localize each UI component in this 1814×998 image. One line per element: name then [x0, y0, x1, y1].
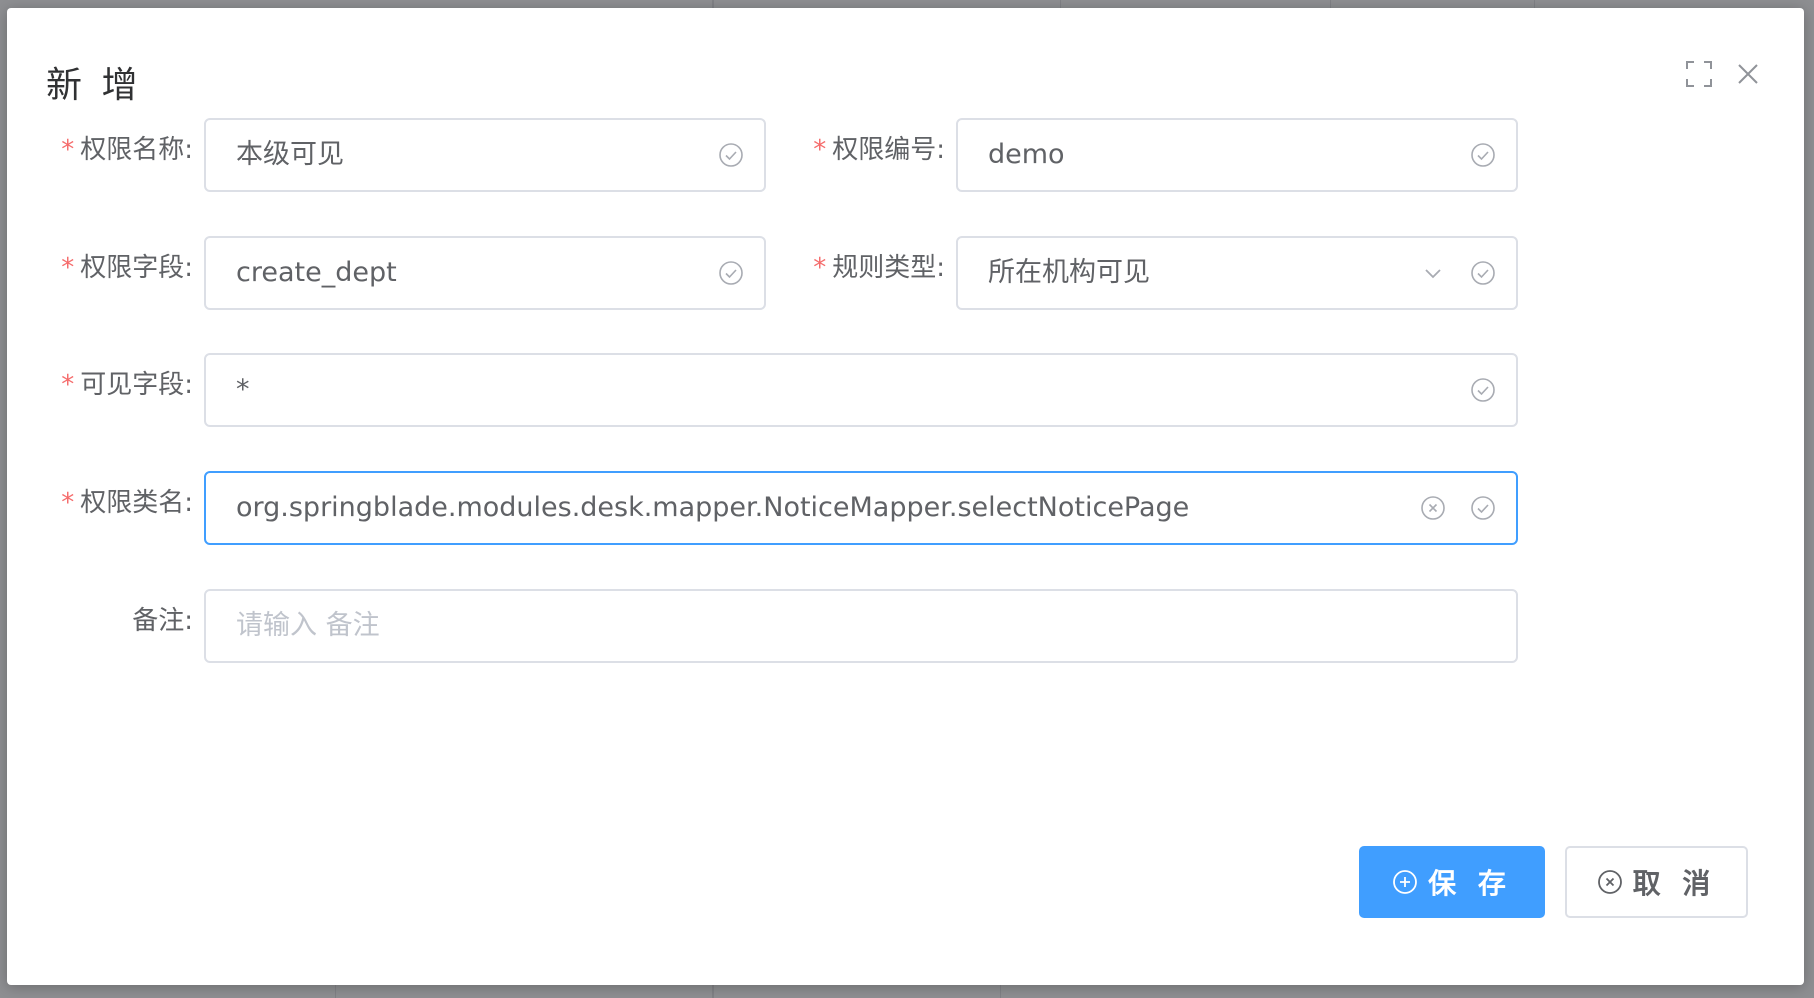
required-mark: *: [61, 370, 75, 400]
save-label: 保 存: [1428, 867, 1512, 900]
dialog-title: 新 增: [46, 65, 142, 106]
add-dialog: 新 增 * 权限名称: 本级可见 * 权限编号: demo * 权限字段: creat…: [7, 8, 1804, 985]
check-circle-icon: [1470, 495, 1496, 521]
backdrop-divider: [1000, 985, 1001, 998]
chevron-down-icon[interactable]: [1420, 260, 1446, 286]
required-mark: *: [813, 135, 827, 165]
permission-name-input[interactable]: 本级可见: [204, 118, 766, 192]
permission-class-label: * 权限类名:: [0, 486, 193, 520]
label-text: 备注:: [132, 606, 193, 636]
backdrop-divider: [1534, 0, 1535, 8]
save-button[interactable]: 保 存: [1359, 846, 1545, 918]
permission-code-label: * 权限编号:: [741, 133, 945, 167]
permission-field-input[interactable]: create_dept: [204, 236, 766, 310]
remark-label: 备注:: [0, 604, 193, 638]
cancel-label: 取 消: [1632, 867, 1717, 900]
close-circle-icon: [1597, 869, 1623, 895]
input-value: create_dept: [236, 257, 397, 288]
backdrop-divider: [1330, 0, 1331, 8]
permission-class-input[interactable]: org.springblade.modules.desk.mapper.Noti…: [204, 471, 1518, 545]
backdrop-divider: [335, 985, 336, 998]
required-mark: *: [61, 253, 75, 283]
remark-input[interactable]: 请输入 备注: [204, 589, 1518, 663]
check-circle-icon: [1470, 377, 1496, 403]
label-text: 规则类型:: [832, 253, 945, 283]
fullscreen-icon[interactable]: [1685, 60, 1713, 88]
label-text: 权限类名:: [80, 488, 193, 518]
plus-circle-icon: [1392, 869, 1418, 895]
check-circle-icon: [1470, 260, 1496, 286]
input-value: org.springblade.modules.desk.mapper.Noti…: [236, 492, 1190, 523]
label-text: 权限编号:: [832, 135, 945, 165]
permission-field-label: * 权限字段:: [0, 251, 193, 285]
close-icon[interactable]: [1734, 60, 1762, 88]
label-text: 可见字段:: [80, 370, 193, 400]
permission-code-input[interactable]: demo: [956, 118, 1518, 192]
rule-type-select[interactable]: 所在机构可见: [956, 236, 1518, 310]
clear-icon[interactable]: [1420, 495, 1446, 521]
input-value: demo: [988, 139, 1065, 170]
select-value: 所在机构可见: [988, 257, 1150, 288]
label-text: 权限字段:: [80, 253, 193, 283]
cancel-button[interactable]: 取 消: [1565, 846, 1748, 918]
required-mark: *: [813, 253, 827, 283]
input-value: *: [236, 374, 250, 405]
required-mark: *: [61, 488, 75, 518]
permission-name-label: * 权限名称:: [0, 133, 193, 167]
input-placeholder: 请输入 备注: [236, 610, 380, 641]
label-text: 权限名称:: [80, 135, 193, 165]
rule-type-label: * 规则类型:: [741, 251, 945, 285]
visible-field-input[interactable]: *: [204, 353, 1518, 427]
visible-field-label: * 可见字段:: [0, 368, 193, 402]
required-mark: *: [61, 135, 75, 165]
input-value: 本级可见: [236, 139, 344, 170]
check-circle-icon: [1470, 142, 1496, 168]
backdrop-divider: [1060, 0, 1061, 8]
